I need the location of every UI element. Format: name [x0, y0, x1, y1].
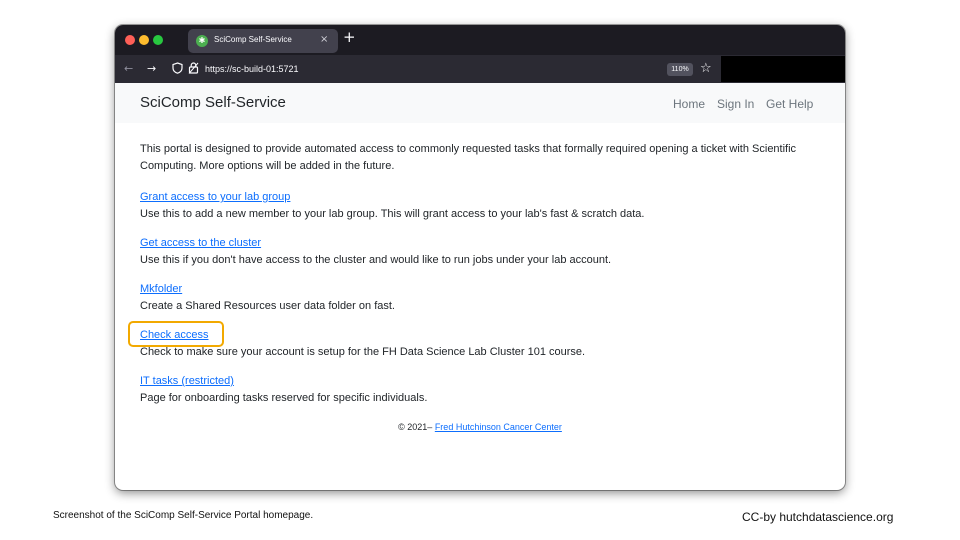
list-item: IT tasks (restricted) Page for onboardin… [140, 373, 820, 407]
screenshot-caption: Screenshot of the SciComp Self-Service P… [53, 510, 314, 521]
grant-access-link[interactable]: Grant access to your lab group [140, 189, 290, 206]
browser-window: ✱ SciComp Self-Service × + ← → https://s… [115, 25, 845, 490]
cluster-access-link[interactable]: Get access to the cluster [140, 235, 261, 252]
favicon-icon: ✱ [196, 35, 208, 47]
star-icon[interactable]: ☆ [700, 60, 712, 77]
page-footer: © 2021– Fred Hutchinson Cancer Center [115, 422, 845, 432]
new-tab-button[interactable]: + [343, 30, 356, 45]
tab-bar: ✱ SciComp Self-Service × + [115, 25, 845, 55]
check-access-description: Check to make sure your account is setup… [140, 346, 586, 358]
nav-sign-in-link[interactable]: Sign In [717, 97, 754, 111]
it-tasks-link[interactable]: IT tasks (restricted) [140, 373, 234, 390]
check-access-highlight-box [128, 321, 224, 347]
close-window-button[interactable] [125, 35, 135, 45]
zoom-level-badge[interactable]: 110% [667, 63, 693, 76]
mkfolder-description: Create a Shared Resources user data fold… [140, 300, 395, 312]
cluster-access-description: Use this if you don't have access to the… [140, 254, 612, 266]
main-content: This portal is designed to provide autom… [140, 141, 820, 419]
copyright-text: © 2021– [398, 422, 433, 432]
url-bar[interactable]: https://sc-build-01:5721 [205, 64, 299, 74]
tab-title: SciComp Self-Service [214, 35, 292, 44]
site-brand[interactable]: SciComp Self-Service [140, 94, 286, 111]
site-header: SciComp Self-Service Home Sign In Get He… [115, 83, 845, 123]
intro-text: This portal is designed to provide autom… [140, 143, 797, 172]
nav-home-link[interactable]: Home [673, 97, 705, 111]
browser-tab[interactable]: ✱ SciComp Self-Service × [188, 29, 338, 53]
maximize-window-button[interactable] [153, 35, 163, 45]
license-credit: CC-by hutchdatascience.org [742, 510, 894, 524]
list-item: Grant access to your lab group Use this … [140, 189, 820, 223]
minimize-window-button[interactable] [139, 35, 149, 45]
it-tasks-description: Page for onboarding tasks reserved for s… [140, 392, 428, 404]
list-item: Get access to the cluster Use this if yo… [140, 235, 820, 269]
back-arrow-icon[interactable]: ← [124, 62, 133, 76]
forward-arrow-icon[interactable]: → [147, 62, 156, 76]
grant-access-description: Use this to add a new member to your lab… [140, 208, 645, 220]
tab-close-icon[interactable]: × [320, 34, 328, 45]
fred-hutch-link[interactable]: Fred Hutchinson Cancer Center [435, 422, 562, 432]
shield-icon[interactable] [172, 62, 183, 78]
nav-get-help-link[interactable]: Get Help [766, 97, 813, 111]
list-item: Mkfolder Create a Shared Resources user … [140, 281, 820, 315]
list-item: Check access Check to make sure your acc… [140, 327, 820, 361]
mkfolder-link[interactable]: Mkfolder [140, 281, 182, 298]
browser-toolbar: ← → https://sc-build-01:5721 110% ☆ [115, 55, 845, 83]
lock-icon[interactable] [188, 62, 199, 78]
redacted-area [721, 56, 845, 82]
